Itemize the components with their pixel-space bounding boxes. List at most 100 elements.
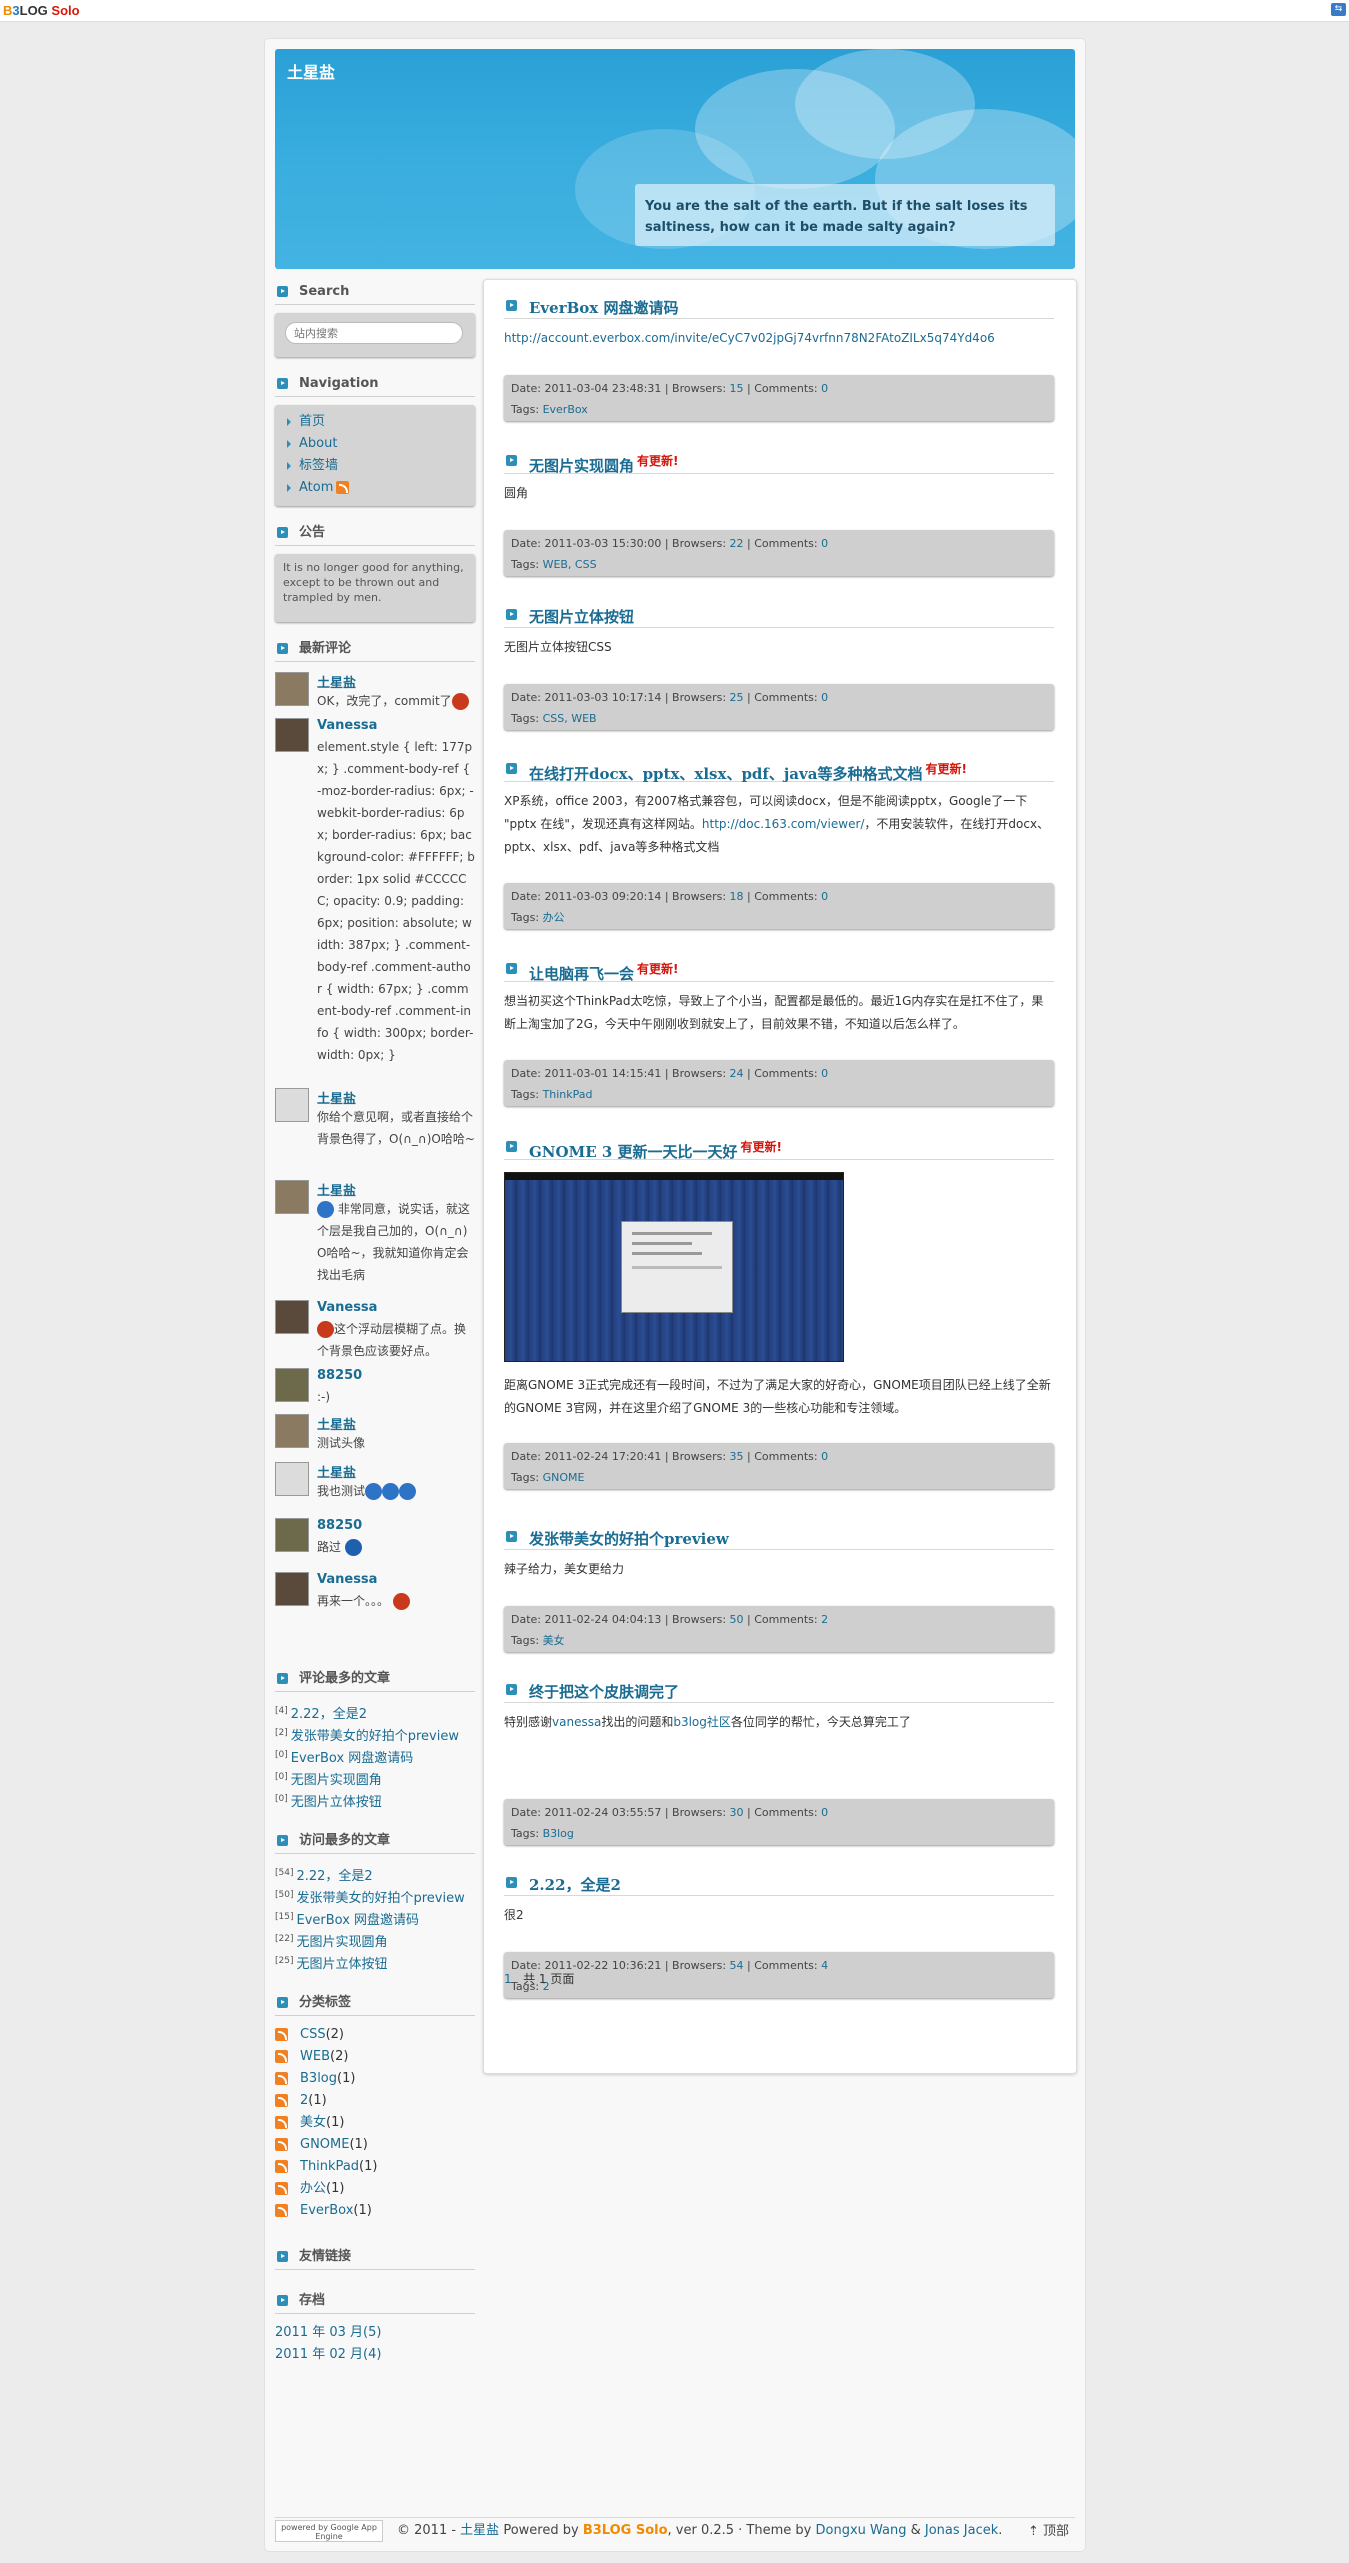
views-link[interactable]: 30 bbox=[730, 1806, 744, 1819]
rss-icon[interactable] bbox=[275, 2160, 288, 2173]
comment-author[interactable]: Vanessa bbox=[317, 1300, 377, 1315]
comments-link[interactable]: 4 bbox=[821, 1959, 828, 1972]
tag-item[interactable]: 美女(1) bbox=[275, 2112, 475, 2134]
comments-link[interactable]: 0 bbox=[821, 382, 828, 395]
avatar[interactable] bbox=[275, 672, 309, 706]
comments-link[interactable]: 0 bbox=[821, 1450, 828, 1463]
article-link[interactable]: http://doc.163.com/viewer/ bbox=[702, 817, 865, 831]
article-title[interactable]: 终于把这个皮肤调完了 bbox=[504, 1681, 1054, 1703]
comment-text[interactable]: 路过 bbox=[317, 1536, 475, 1558]
tag-link[interactable]: EverBox bbox=[543, 403, 588, 416]
rss-icon[interactable] bbox=[275, 2138, 288, 2151]
user-link[interactable]: vanessa bbox=[552, 1715, 601, 1729]
list-item[interactable]: [54] 2.22，全是2 bbox=[275, 1862, 475, 1884]
comment-author[interactable]: Vanessa bbox=[317, 1572, 377, 1587]
comment-text[interactable]: 你给个意见啊，或者直接给个背景色得了，O(∩_∩)O哈哈~ bbox=[317, 1106, 475, 1150]
views-link[interactable]: 22 bbox=[730, 537, 744, 550]
tag-item[interactable]: GNOME(1) bbox=[275, 2134, 475, 2156]
views-link[interactable]: 18 bbox=[730, 890, 744, 903]
avatar[interactable] bbox=[275, 1088, 309, 1122]
tag-link[interactable]: WEB, CSS bbox=[543, 558, 597, 571]
article-title[interactable]: 无图片立体按钮 bbox=[504, 606, 1054, 628]
community-link[interactable]: b3log社区 bbox=[673, 1715, 731, 1729]
footer-author-link[interactable]: Jonas Jacek bbox=[925, 2523, 998, 2538]
nav-atom[interactable]: Atom bbox=[283, 477, 467, 499]
tag-item[interactable]: ThinkPad(1) bbox=[275, 2156, 475, 2178]
views-link[interactable]: 54 bbox=[730, 1959, 744, 1972]
list-item[interactable]: [50] 发张带美女的好拍个preview bbox=[275, 1884, 475, 1906]
avatar[interactable] bbox=[275, 1180, 309, 1214]
comment-author[interactable]: 土星盐 bbox=[317, 672, 356, 691]
comment-text[interactable]: element.style { left: 177px; } .comment-… bbox=[317, 736, 475, 1066]
rss-icon[interactable] bbox=[275, 2116, 288, 2129]
comment-author[interactable]: Vanessa bbox=[317, 718, 377, 733]
avatar[interactable] bbox=[275, 1368, 309, 1402]
list-item[interactable]: [2] 发张带美女的好拍个preview bbox=[275, 1722, 475, 1744]
page-number[interactable]: 1 bbox=[504, 1972, 512, 1986]
comment-author[interactable]: 土星盐 bbox=[317, 1414, 356, 1433]
avatar[interactable] bbox=[275, 718, 309, 752]
comments-link[interactable]: 0 bbox=[821, 1806, 828, 1819]
list-item[interactable]: [4] 2.22，全是2 bbox=[275, 1700, 475, 1722]
article-title[interactable]: EverBox 网盘邀请码 bbox=[504, 297, 1054, 319]
list-item[interactable]: [0] EverBox 网盘邀请码 bbox=[275, 1744, 475, 1766]
list-item[interactable]: [0] 无图片立体按钮 bbox=[275, 1788, 475, 1810]
article-title[interactable]: 2.22，全是2 bbox=[504, 1874, 1054, 1896]
article-title[interactable]: 让电脑再飞一会 有更新! bbox=[504, 960, 1054, 983]
list-item[interactable]: [25] 无图片立体按钮 bbox=[275, 1950, 475, 1972]
article-title[interactable]: 发张带美女的好拍个preview bbox=[504, 1528, 1054, 1550]
tag-item[interactable]: 办公(1) bbox=[275, 2178, 475, 2200]
tag-link[interactable]: 办公 bbox=[543, 911, 565, 924]
rss-icon[interactable] bbox=[275, 2204, 288, 2217]
tag-item[interactable]: B3log(1) bbox=[275, 2068, 475, 2090]
comments-link[interactable]: 2 bbox=[821, 1613, 828, 1626]
avatar[interactable] bbox=[275, 1414, 309, 1448]
rss-icon[interactable] bbox=[275, 2094, 288, 2107]
comment-author[interactable]: 88250 bbox=[317, 1368, 362, 1383]
rss-icon[interactable] bbox=[275, 2072, 288, 2085]
login-icon[interactable]: ⇆ bbox=[1331, 3, 1346, 16]
comment-text[interactable]: 这个浮动层模糊了点。换个背景色应该要好点。 bbox=[317, 1318, 475, 1362]
footer-b3log-link[interactable]: B3LOG Solo bbox=[583, 2523, 668, 2538]
tag-link[interactable]: ThinkPad bbox=[543, 1088, 593, 1101]
b3log-logo[interactable]: B3LOG Solo bbox=[3, 3, 80, 18]
site-title[interactable]: 土星盐 bbox=[287, 59, 335, 83]
comment-author[interactable]: 土星盐 bbox=[317, 1462, 356, 1481]
comment-author[interactable]: 88250 bbox=[317, 1518, 362, 1533]
article-title[interactable]: GNOME 3 更新一天比一天好 有更新! bbox=[504, 1138, 1054, 1161]
back-to-top-button[interactable]: ⇡ 顶部 bbox=[1028, 2519, 1069, 2545]
comment-text[interactable]: 再来一个。。。 bbox=[317, 1590, 475, 1612]
list-item[interactable]: [22] 无图片实现圆角 bbox=[275, 1928, 475, 1950]
tag-link[interactable]: B3log bbox=[543, 1827, 574, 1840]
views-link[interactable]: 35 bbox=[730, 1450, 744, 1463]
gnome-screenshot-image[interactable] bbox=[504, 1172, 844, 1362]
comments-link[interactable]: 0 bbox=[821, 890, 828, 903]
views-link[interactable]: 24 bbox=[730, 1067, 744, 1080]
list-item[interactable]: [15] EverBox 网盘邀请码 bbox=[275, 1906, 475, 1928]
footer-author-link[interactable]: Dongxu Wang bbox=[815, 2523, 906, 2538]
tag-link[interactable]: 美女 bbox=[543, 1634, 565, 1647]
comment-text[interactable]: 我也测试 bbox=[317, 1480, 475, 1502]
avatar[interactable] bbox=[275, 1462, 309, 1496]
tag-item[interactable]: 2(1) bbox=[275, 2090, 475, 2112]
views-link[interactable]: 15 bbox=[730, 382, 744, 395]
comment-text[interactable]: :-) bbox=[317, 1386, 475, 1408]
comment-text[interactable]: 非常同意，说实话，就这个层是我自己加的，O(∩_∩)O哈哈~，我就知道你肯定会找… bbox=[317, 1198, 475, 1286]
comment-author[interactable]: 土星盐 bbox=[317, 1088, 356, 1107]
archive-item[interactable]: 2011 年 02 月(4) bbox=[275, 2344, 475, 2366]
comment-text[interactable]: 测试头像 bbox=[317, 1432, 475, 1454]
views-link[interactable]: 50 bbox=[730, 1613, 744, 1626]
views-link[interactable]: 25 bbox=[730, 691, 744, 704]
rss-icon[interactable] bbox=[275, 2050, 288, 2063]
nav-tag-wall[interactable]: 标签墙 bbox=[283, 455, 467, 477]
comments-link[interactable]: 0 bbox=[821, 537, 828, 550]
footer-site-link[interactable]: 土星盐 bbox=[460, 2523, 499, 2538]
comment-author[interactable]: 土星盐 bbox=[317, 1180, 356, 1199]
avatar[interactable] bbox=[275, 1572, 309, 1606]
tag-item[interactable]: CSS(2) bbox=[275, 2024, 475, 2046]
tag-link[interactable]: CSS, WEB bbox=[543, 712, 597, 725]
search-input[interactable] bbox=[285, 322, 463, 344]
article-title[interactable]: 无图片实现圆角 有更新! bbox=[504, 452, 1054, 475]
avatar[interactable] bbox=[275, 1300, 309, 1334]
comment-text[interactable]: OK，改完了，commit了 bbox=[317, 690, 475, 712]
